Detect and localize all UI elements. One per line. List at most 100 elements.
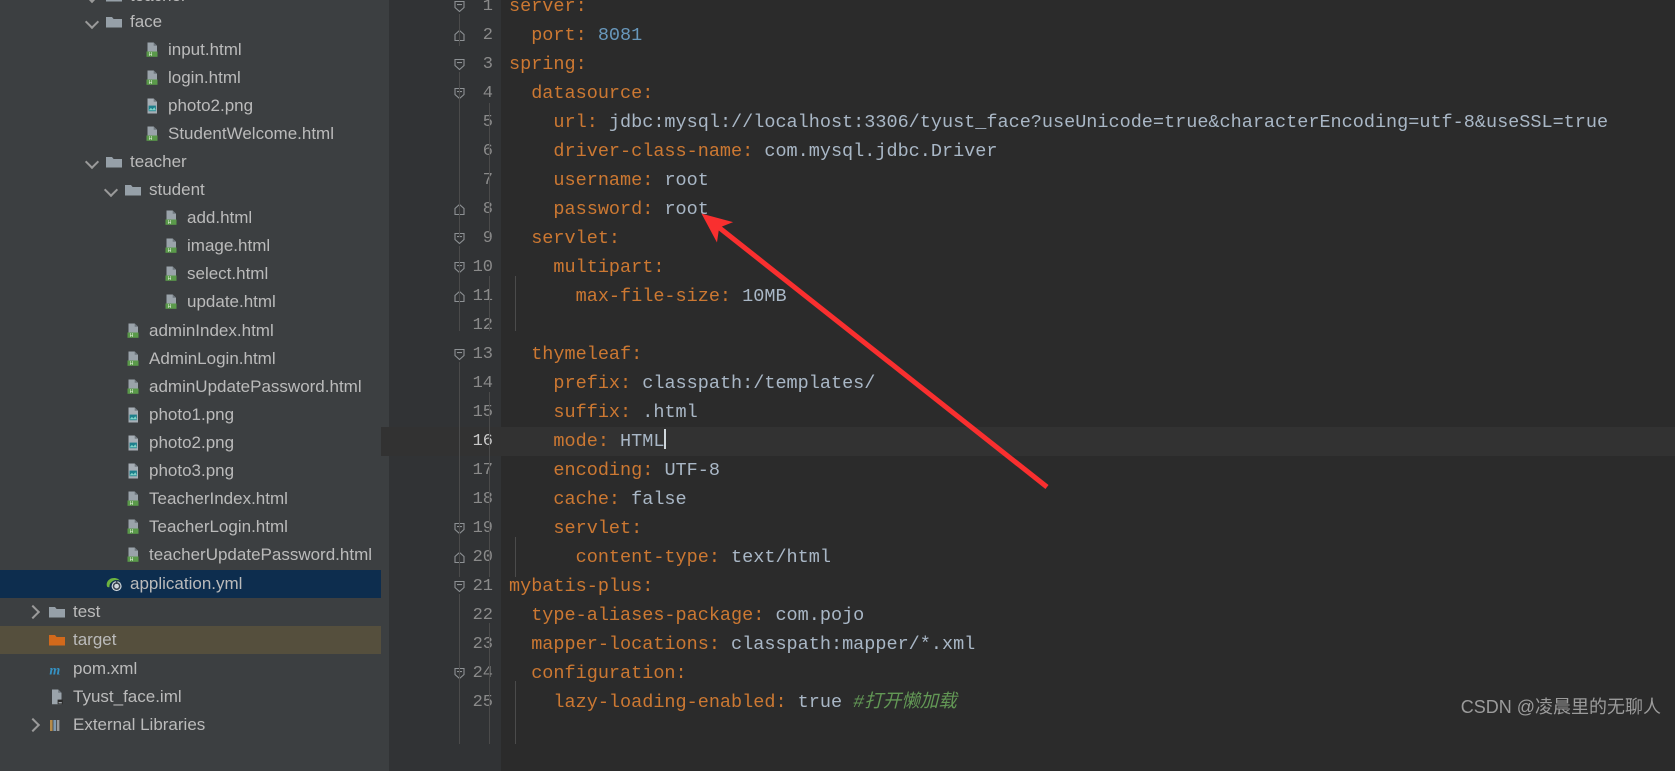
- tree-no-arrow: [141, 294, 157, 310]
- tree-no-arrow: [103, 323, 119, 339]
- code-text: encoding: UTF-8: [509, 456, 720, 485]
- html-file-icon: H: [123, 377, 143, 397]
- line-number: 19: [472, 519, 493, 538]
- tree-row[interactable]: HadminIndex.html: [0, 317, 381, 345]
- chevron-right-icon[interactable]: [27, 717, 43, 733]
- code-line[interactable]: 5 url: jdbc:mysql://localhost:3306/tyust…: [381, 108, 1675, 137]
- code-token: mapper-locations:: [509, 634, 732, 655]
- tree-no-arrow: [84, 576, 100, 592]
- code-text: max-file-size: 10MB: [509, 282, 787, 311]
- code-line[interactable]: 19 servlet:: [381, 514, 1675, 543]
- iml-file-icon: [47, 687, 67, 707]
- project-tree-panel[interactable]: teacherfaceHinput.htmlHlogin.htmlphoto2.…: [0, 0, 381, 771]
- code-token: classpath:mapper/*.xml: [731, 634, 976, 655]
- code-line[interactable]: 21 mybatis-plus:: [381, 572, 1675, 601]
- code-line[interactable]: 6 driver-class-name: com.mysql.jdbc.Driv…: [381, 137, 1675, 166]
- chevron-down-icon[interactable]: [84, 154, 100, 170]
- chevron-right-icon[interactable]: [27, 604, 43, 620]
- tree-row[interactable]: Hselect.html: [0, 260, 381, 288]
- line-number: 24: [472, 664, 493, 683]
- tree-row-label: input.html: [168, 40, 242, 59]
- fold-collapse-icon[interactable]: [453, 58, 466, 71]
- tree-row[interactable]: Hupdate.html: [0, 288, 381, 316]
- code-token: driver-class-name:: [509, 141, 765, 162]
- tree-row[interactable]: Hinput.html: [0, 36, 381, 64]
- code-editor[interactable]: 1 server: 2 port: 8081 3 spring: 4 datasource…: [381, 0, 1675, 771]
- code-token: username:: [509, 170, 665, 191]
- tree-row[interactable]: photo2.png: [0, 429, 381, 457]
- line-number: 25: [472, 693, 493, 712]
- chevron-down-icon[interactable]: [103, 182, 119, 198]
- code-text: mode: HTML: [509, 427, 667, 456]
- tree-row[interactable]: face: [0, 8, 381, 36]
- code-line[interactable]: 9 servlet:: [381, 224, 1675, 253]
- code-text: url: jdbc:mysql://localhost:3306/tyust_f…: [509, 108, 1608, 137]
- indent-guide: [515, 681, 516, 744]
- chevron-down-icon[interactable]: [84, 0, 100, 4]
- tree-row[interactable]: photo2.png: [0, 92, 381, 120]
- code-token: com.mysql.jdbc.Driver: [764, 141, 998, 162]
- tree-row[interactable]: student: [0, 176, 381, 204]
- tree-row-label: teacher: [130, 152, 187, 171]
- code-line[interactable]: 22 type-aliases-package: com.pojo: [381, 601, 1675, 630]
- tree-no-arrow: [27, 689, 43, 705]
- code-line[interactable]: 13 thymeleaf:: [381, 340, 1675, 369]
- tree-row[interactable]: External Libraries: [0, 711, 381, 739]
- tree-row[interactable]: m pom.xml: [0, 655, 381, 683]
- code-line[interactable]: 20 content-type: text/html: [381, 543, 1675, 572]
- fold-collapse-icon[interactable]: [453, 348, 466, 361]
- code-token: mode:: [509, 431, 621, 452]
- code-token: encoding:: [509, 460, 665, 481]
- code-line[interactable]: 23 mapper-locations: classpath:mapper/*.…: [381, 630, 1675, 659]
- code-line[interactable]: 4 datasource:: [381, 79, 1675, 108]
- tree-row[interactable]: H StudentWelcome.html: [0, 120, 381, 148]
- tree-row[interactable]: test: [0, 598, 381, 626]
- tree-row[interactable]: application.yml: [0, 570, 381, 598]
- tree-row[interactable]: Himage.html: [0, 232, 381, 260]
- html-file-icon: H: [123, 545, 143, 565]
- tree-row[interactable]: Tyust_face.iml: [0, 683, 381, 711]
- tree-row[interactable]: photo3.png: [0, 457, 381, 485]
- fold-collapse-icon[interactable]: [453, 580, 466, 593]
- code-line[interactable]: 2 port: 8081: [381, 21, 1675, 50]
- code-token: root: [664, 170, 709, 191]
- tree-row[interactable]: Hlogin.html: [0, 64, 381, 92]
- tree-row[interactable]: HteacherUpdatePassword.html: [0, 541, 381, 569]
- line-number: 18: [472, 490, 493, 509]
- code-line[interactable]: 1 server:: [381, 0, 1675, 21]
- code-line[interactable]: 3 spring:: [381, 50, 1675, 79]
- tree-no-arrow: [27, 632, 43, 648]
- line-number: 20: [472, 548, 493, 567]
- tree-no-arrow: [122, 70, 138, 86]
- tree-row[interactable]: HadminUpdatePassword.html: [0, 373, 381, 401]
- indent-guide: [489, 623, 490, 744]
- line-number: 10: [472, 258, 493, 277]
- code-line[interactable]: 15 suffix: .html: [381, 398, 1675, 427]
- chevron-down-icon[interactable]: [84, 14, 100, 30]
- line-number: 17: [472, 461, 493, 480]
- tree-no-arrow: [122, 126, 138, 142]
- code-line[interactable]: 17 encoding: UTF-8: [381, 456, 1675, 485]
- tree-row[interactable]: photo1.png: [0, 401, 381, 429]
- tree-row[interactable]: Hadd.html: [0, 204, 381, 232]
- code-token: classpath:/templates/: [642, 373, 876, 394]
- code-line[interactable]: 11 max-file-size: 10MB: [381, 282, 1675, 311]
- fold-collapse-icon[interactable]: [453, 0, 466, 13]
- code-line[interactable]: 16 mode: HTML: [381, 427, 1675, 456]
- code-token: root: [664, 199, 709, 220]
- tree-row[interactable]: H TeacherLogin.html: [0, 513, 381, 541]
- tree-row[interactable]: H AdminLogin.html: [0, 345, 381, 373]
- tree-row[interactable]: target: [0, 626, 381, 654]
- code-line[interactable]: 18 cache: false: [381, 485, 1675, 514]
- tree-row[interactable]: H TeacherIndex.html: [0, 485, 381, 513]
- tree-row[interactable]: teacher: [0, 148, 381, 176]
- code-line[interactable]: 24 configuration:: [381, 659, 1675, 688]
- code-line[interactable]: 10 multipart:: [381, 253, 1675, 282]
- code-line[interactable]: 7 username: root: [381, 166, 1675, 195]
- code-line[interactable]: 8 password: root: [381, 195, 1675, 224]
- svg-text:H: H: [130, 557, 134, 563]
- code-line[interactable]: 12: [381, 311, 1675, 340]
- code-line[interactable]: 14 prefix: classpath:/templates/: [381, 369, 1675, 398]
- indent-guide: [489, 392, 490, 577]
- code-text: port: 8081: [509, 21, 642, 50]
